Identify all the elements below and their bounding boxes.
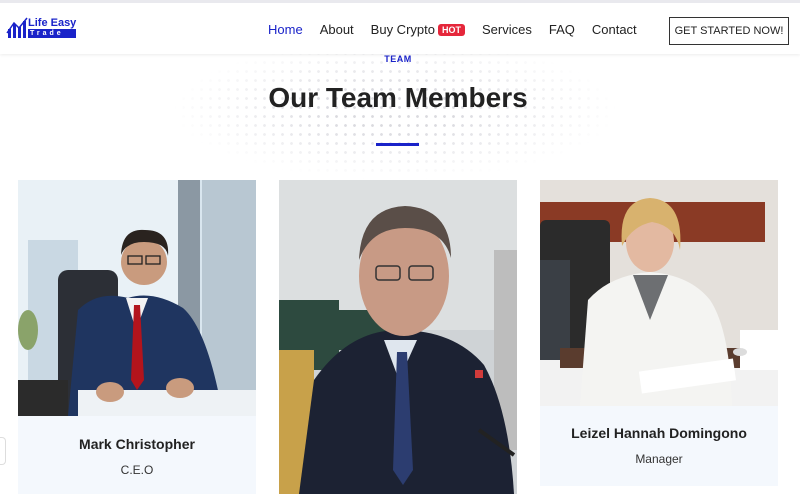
brand-name[interactable]: Life Easy Trade bbox=[28, 17, 77, 38]
team-card-2[interactable] bbox=[279, 180, 517, 494]
team-name-3: Leizel Hannah Domingono bbox=[571, 425, 747, 441]
section-eyebrow: TEAM bbox=[384, 54, 412, 64]
team-photo-1 bbox=[18, 180, 256, 416]
team-photo-3 bbox=[540, 180, 778, 406]
side-scroll-tab[interactable] bbox=[0, 437, 6, 465]
team-name-1: Mark Christopher bbox=[79, 436, 195, 452]
team-photo-2 bbox=[279, 180, 517, 494]
get-started-button[interactable]: GET STARTED NOW! bbox=[669, 17, 789, 45]
section-title: Our Team Members bbox=[268, 82, 528, 113]
brand-line1: Life Easy bbox=[28, 17, 77, 29]
nav-faq[interactable]: FAQ bbox=[549, 22, 575, 37]
brand-line2: Trade bbox=[28, 29, 77, 38]
title-underline bbox=[376, 143, 419, 146]
nav-buy-crypto-label: Buy Crypto bbox=[370, 22, 435, 37]
team-card-3[interactable]: Leizel Hannah Domingono Manager bbox=[540, 180, 778, 486]
main-nav: Home About Buy Crypto HOT Services FAQ Co… bbox=[268, 22, 654, 37]
top-navbar: Life Easy Trade Home About Buy Crypto HOT… bbox=[0, 0, 800, 54]
team-role-3: Manager bbox=[635, 452, 683, 466]
nav-contact[interactable]: Contact bbox=[592, 22, 637, 37]
nav-about[interactable]: About bbox=[320, 22, 354, 37]
nav-home[interactable]: Home bbox=[268, 22, 303, 37]
hot-badge: HOT bbox=[437, 24, 465, 36]
nav-services[interactable]: Services bbox=[482, 22, 532, 37]
team-role-1: C.E.O bbox=[120, 463, 154, 477]
team-card-1[interactable]: Mark Christopher C.E.O bbox=[18, 180, 256, 494]
nav-buy-crypto[interactable]: Buy Crypto HOT bbox=[371, 22, 465, 37]
